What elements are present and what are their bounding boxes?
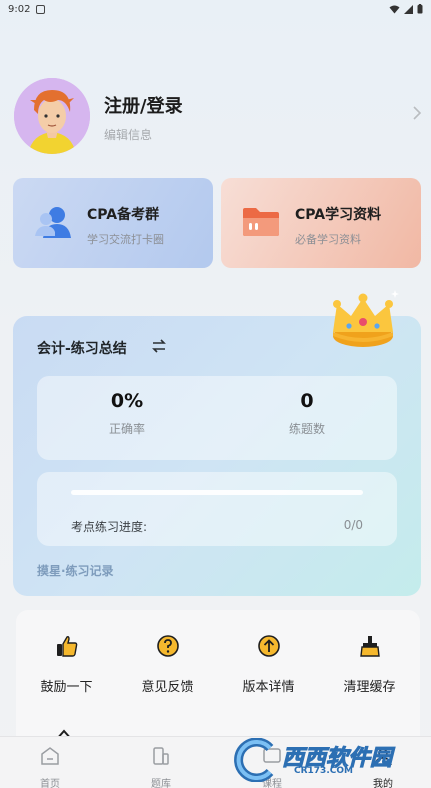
- practice-summary-panel: 会计-练习总结 0% 正确率 0 练题数 考点练习进度: 0/0 摸星·练习记录: [13, 290, 421, 596]
- tool-version[interactable]: 版本详情: [218, 634, 319, 695]
- tool-version-label: 版本详情: [242, 680, 295, 695]
- group-icon: [35, 207, 71, 238]
- crown-icon: [333, 290, 399, 347]
- thumbs-up-icon: [56, 636, 77, 657]
- tab-question-bank-label: 题库: [151, 779, 171, 788]
- tab-home[interactable]: 首页: [20, 745, 80, 788]
- card-study-group[interactable]: CPA备考群 学习交流打卡圈: [13, 178, 213, 268]
- question-bank-icon: [153, 747, 169, 765]
- watermark-logo-icon: [234, 737, 274, 783]
- summary-title[interactable]: 会计-练习总结: [37, 338, 127, 358]
- notification-icon: [36, 4, 46, 14]
- card-group-subtitle: 学习交流打卡圈: [87, 233, 164, 246]
- watermark: 西西软件园 CR173.COM: [232, 737, 426, 783]
- card-study-material[interactable]: CPA学习资料 必备学习资料: [221, 178, 421, 268]
- status-bar: 9:02: [0, 0, 431, 18]
- profile-row[interactable]: 注册/登录 编辑信息: [14, 78, 424, 156]
- practice-record-link[interactable]: 摸星·练习记录: [37, 562, 114, 579]
- tool-clear-cache[interactable]: 清理缓存: [319, 634, 420, 695]
- progress-box: 考点练习进度: 0/0: [37, 472, 397, 546]
- wifi-icon: [389, 5, 400, 13]
- progress-label: 考点练习进度:: [71, 520, 148, 534]
- card-material-title: CPA学习资料: [295, 207, 382, 223]
- tool-feedback-label: 意见反馈: [141, 680, 194, 695]
- tool-encourage-label: 鼓励一下: [40, 680, 93, 695]
- card-material-subtitle: 必备学习资料: [295, 233, 361, 246]
- question-count-label: 练题数: [288, 422, 325, 436]
- question-icon: [156, 635, 179, 657]
- progress-bar: [71, 490, 363, 495]
- avatar[interactable]: [14, 78, 90, 154]
- signal-icon: [404, 4, 413, 14]
- stat-accuracy: 0% 正确率: [37, 390, 217, 437]
- accuracy-label: 正确率: [108, 422, 145, 436]
- status-icons: [389, 4, 423, 14]
- swap-icon[interactable]: [151, 338, 167, 354]
- chevron-right-icon[interactable]: [410, 104, 424, 122]
- battery-icon: [417, 4, 423, 14]
- login-title[interactable]: 注册/登录: [104, 92, 183, 118]
- edit-info-link[interactable]: 编辑信息: [104, 126, 152, 143]
- tool-encourage[interactable]: 鼓励一下: [16, 634, 117, 695]
- watermark-url: CR173.COM: [294, 766, 353, 776]
- folder-icon: [243, 208, 279, 236]
- tool-feedback[interactable]: 意见反馈: [117, 634, 218, 695]
- home-icon: [41, 747, 59, 765]
- broom-icon: [359, 636, 380, 657]
- arrow-up-icon: [257, 635, 280, 657]
- tool-clear-cache-label: 清理缓存: [343, 680, 396, 695]
- tab-question-bank[interactable]: 题库: [131, 745, 191, 788]
- accuracy-value: 0%: [110, 390, 144, 412]
- progress-count: 0/0: [343, 518, 363, 532]
- tab-home-label: 首页: [40, 779, 60, 788]
- stats-box: 0% 正确率 0 练题数: [37, 376, 397, 460]
- question-count-value: 0: [300, 390, 314, 412]
- status-time: 9:02: [8, 3, 31, 15]
- stat-question-count: 0 练题数: [217, 390, 397, 437]
- card-group-title: CPA备考群: [87, 207, 160, 223]
